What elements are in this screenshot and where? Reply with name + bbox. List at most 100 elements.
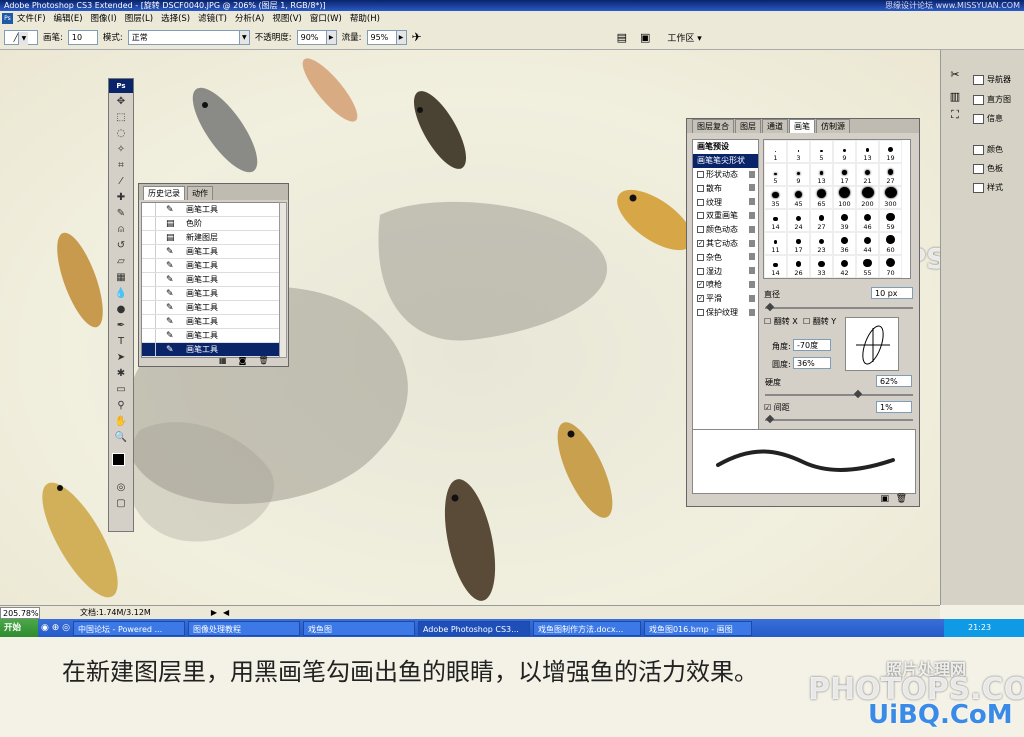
flow-input[interactable]: 95% ▶ bbox=[366, 29, 407, 45]
brush-tip[interactable]: 42 bbox=[833, 255, 856, 278]
brush-tip[interactable]: 9 bbox=[787, 163, 810, 186]
brush-tip[interactable]: 13 bbox=[810, 163, 833, 186]
type-tool-icon[interactable]: T bbox=[112, 335, 130, 349]
notes-tool-icon[interactable]: ▭ bbox=[112, 383, 130, 397]
brush-tip[interactable]: 300 bbox=[879, 186, 902, 209]
hardness-slider-knob[interactable] bbox=[853, 389, 863, 399]
brush-tip[interactable]: 39 bbox=[833, 209, 856, 232]
brush-tip[interactable]: 70 bbox=[879, 255, 902, 278]
slice-tool-icon[interactable]: ⁄ bbox=[112, 175, 130, 189]
pen-tool-icon[interactable]: ✒ bbox=[112, 319, 130, 333]
brushes-icon[interactable]: ▥ bbox=[945, 90, 965, 106]
brush-tip[interactable]: 27 bbox=[879, 163, 902, 186]
task-fish-folder[interactable]: 戏鱼图 bbox=[302, 620, 415, 636]
history-item[interactable]: ▤ 新建图层 bbox=[142, 231, 280, 245]
brush-tip[interactable]: 5 bbox=[764, 163, 787, 186]
brush-size-picker[interactable]: 10 bbox=[67, 29, 98, 45]
status-menu-arrow-icon[interactable]: ▶ bbox=[211, 608, 217, 617]
spacing-slider[interactable] bbox=[765, 419, 913, 421]
quicklaunch-icons[interactable]: ◉ ⊕ ◎ bbox=[41, 623, 70, 633]
trash-icon[interactable]: 🗑 bbox=[896, 494, 907, 504]
magic-wand-tool-icon[interactable]: ✧ bbox=[112, 143, 130, 157]
brush-tip[interactable]: 14 bbox=[764, 255, 787, 278]
brush-tip[interactable]: 33 bbox=[810, 255, 833, 278]
brush-tip[interactable]: 3 bbox=[787, 140, 810, 163]
tab-clone-source[interactable]: 仿制源 bbox=[816, 119, 850, 133]
move-tool-icon[interactable]: ✥ bbox=[112, 95, 130, 109]
start-button[interactable]: 开始 bbox=[0, 619, 38, 637]
brush-tip[interactable]: 19 bbox=[879, 140, 902, 163]
dock-info[interactable]: 信息 bbox=[971, 111, 1021, 127]
brush-tip[interactable]: 9 bbox=[833, 140, 856, 163]
clone-stamp-tool-icon[interactable]: ⍝ bbox=[112, 223, 130, 237]
task-forum[interactable]: 中国论坛 - Powered ... bbox=[72, 620, 185, 636]
brush-tip[interactable]: 35 bbox=[764, 186, 787, 209]
menu-filter[interactable]: 滤镜(T) bbox=[198, 12, 227, 24]
dock-color[interactable]: 颜色 bbox=[971, 142, 1021, 158]
brush-tip[interactable]: 44 bbox=[856, 232, 879, 255]
menu-window[interactable]: 窗口(W) bbox=[310, 12, 342, 24]
brush-tip[interactable]: 1 bbox=[764, 140, 787, 163]
zoom-tool-icon[interactable]: 🔍 bbox=[112, 431, 130, 445]
task-photoshop[interactable]: Adobe Photoshop CS3... bbox=[417, 620, 530, 636]
new-document-from-state-icon[interactable]: ▦ bbox=[219, 356, 227, 365]
hand-tool-icon[interactable]: ✋ bbox=[112, 415, 130, 429]
new-brush-icon[interactable]: ▣ bbox=[880, 494, 889, 504]
spacing-checkbox[interactable]: ☑ 间距 bbox=[764, 402, 790, 413]
brush-tip[interactable]: 26 bbox=[787, 255, 810, 278]
brush-tip[interactable]: 21 bbox=[856, 163, 879, 186]
brush-option-item[interactable]: ✓ 其它动态 bbox=[693, 237, 758, 251]
brush-option-item[interactable]: 湿边 bbox=[693, 264, 758, 278]
mode-select[interactable]: 正常 ▼ bbox=[127, 29, 250, 45]
task-tutorial-folder[interactable]: 图像处理教程 bbox=[187, 620, 300, 636]
hardness-input[interactable]: 62% bbox=[876, 375, 912, 387]
lock-icon[interactable] bbox=[749, 184, 755, 192]
brush-angle-preview[interactable] bbox=[845, 317, 899, 371]
history-item[interactable]: ✎ 画笔工具 bbox=[142, 315, 280, 329]
brush-tip[interactable]: 14 bbox=[764, 209, 787, 232]
tab-layers[interactable]: 图层 bbox=[735, 119, 761, 133]
lasso-tool-icon[interactable]: ◌ bbox=[112, 127, 130, 141]
bridge-icon[interactable]: ▣ bbox=[640, 31, 650, 44]
marquee-tool-icon[interactable]: ⬚ bbox=[112, 111, 130, 125]
dock-navigator[interactable]: 导航器 bbox=[971, 72, 1021, 88]
brush-option-item[interactable]: ✓ 平滑 bbox=[693, 292, 758, 306]
history-item[interactable]: ✎ 画笔工具 bbox=[142, 287, 280, 301]
history-item[interactable]: ✎ 画笔工具 bbox=[142, 329, 280, 343]
brush-tip[interactable]: 60 bbox=[879, 232, 902, 255]
menu-help[interactable]: 帮助(H) bbox=[350, 12, 380, 24]
tool-presets-icon[interactable]: ✂ bbox=[945, 68, 965, 84]
history-scrollbar[interactable] bbox=[279, 202, 287, 358]
history-item-selected[interactable]: ✎ 画笔工具 bbox=[142, 343, 280, 357]
brush-tip[interactable]: 100 bbox=[833, 186, 856, 209]
menu-analysis[interactable]: 分析(A) bbox=[235, 12, 264, 24]
spacing-input[interactable]: 1% bbox=[876, 401, 912, 413]
history-item[interactable]: ✎ 画笔工具 bbox=[142, 273, 280, 287]
path-selection-tool-icon[interactable]: ➤ bbox=[112, 351, 130, 365]
brush-tip[interactable]: 27 bbox=[810, 209, 833, 232]
lock-icon[interactable] bbox=[749, 294, 755, 302]
roundness-input[interactable]: 36% bbox=[793, 357, 831, 369]
brush-tip[interactable]: 36 bbox=[833, 232, 856, 255]
dock-swatches[interactable]: 色板 bbox=[971, 161, 1021, 177]
opacity-input[interactable]: 90% ▶ bbox=[296, 29, 337, 45]
zoom-input[interactable]: 205.78% bbox=[0, 606, 40, 619]
dock-styles[interactable]: 样式 bbox=[971, 180, 1021, 196]
flip-y-checkbox[interactable]: ☐ 翻转 Y bbox=[803, 316, 836, 327]
tab-layer-comps[interactable]: 图层复合 bbox=[692, 119, 734, 133]
angle-input[interactable]: -70度 bbox=[793, 339, 831, 351]
blur-tool-icon[interactable]: 💧 bbox=[112, 287, 130, 301]
snapshot-icon[interactable]: ◙ bbox=[239, 356, 247, 365]
airbrush-icon[interactable]: ✈ bbox=[412, 30, 422, 44]
history-item[interactable]: ▤ 色阶 bbox=[142, 217, 280, 231]
brush-tool-icon[interactable]: ✎ bbox=[112, 207, 130, 221]
hardness-slider[interactable] bbox=[765, 394, 913, 396]
screen-mode-icon[interactable]: ▢ bbox=[112, 497, 130, 511]
task-word-doc[interactable]: 戏鱼图制作方法.docx... bbox=[532, 620, 641, 636]
brush-tool-preset-picker[interactable]: ╱ ▼ bbox=[4, 29, 38, 45]
tab-history[interactable]: 历史记录 bbox=[143, 186, 185, 200]
history-item[interactable]: ✎ 画笔工具 bbox=[142, 259, 280, 273]
brush-tip[interactable]: 23 bbox=[810, 232, 833, 255]
brush-option-item[interactable]: ✓ 喷枪 bbox=[693, 278, 758, 292]
brush-tip[interactable]: 5 bbox=[810, 140, 833, 163]
